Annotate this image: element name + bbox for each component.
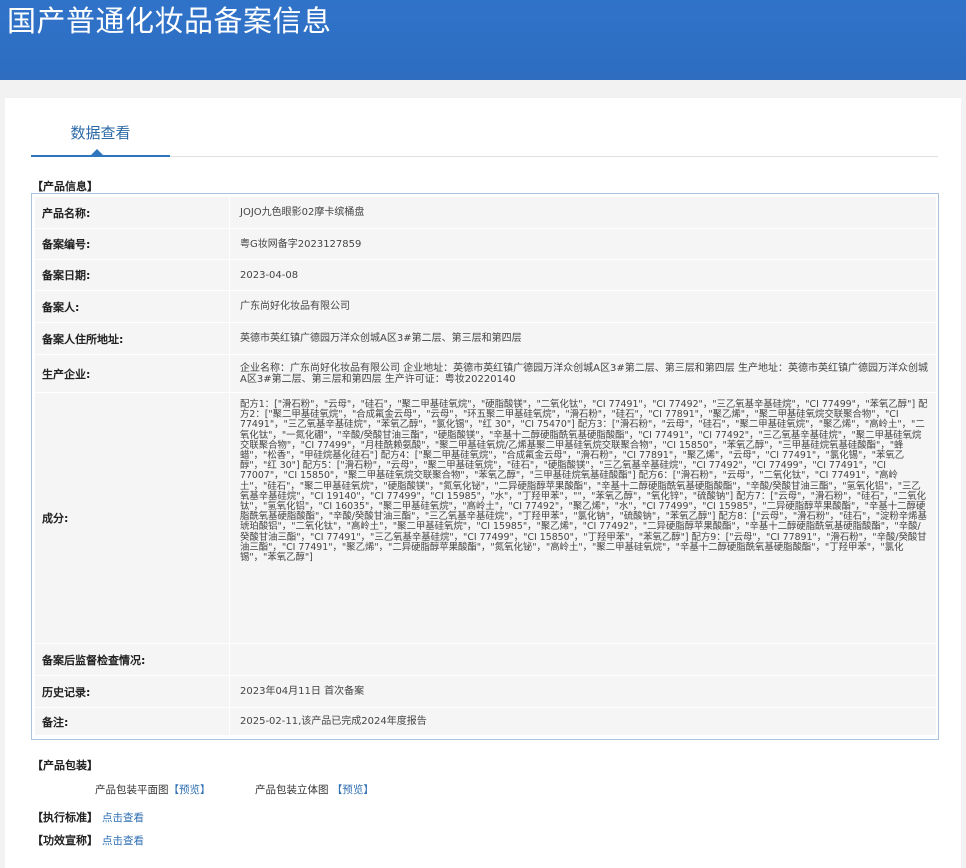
section-title-packaging: 【产品包装】 xyxy=(32,759,98,772)
registrant-address-value: 英德市英红镇广德园万洋众创城A区3#第二层、第三层和第四层 xyxy=(240,333,522,344)
remarks-value: 2025-02-11,该产品已完成2024年度报告 xyxy=(240,716,427,727)
table-row-product-name: 产品名称: JOJO九色眼影02摩卡缤桶盘 xyxy=(35,197,936,229)
packaging-solid-preview-link[interactable]: 【预览】 xyxy=(332,784,374,796)
history-value: 2023年04月11日 首次备案 xyxy=(240,686,365,697)
row-label: 备注: xyxy=(35,708,230,735)
manufacturer-text: 企业名称：广东尚好化妆品有限公司 企业地址：英德市英红镇广德园万洋众创城A区3#… xyxy=(240,362,928,385)
table-row-history: 历史记录: 2023年04月11日 首次备案 xyxy=(35,676,936,708)
table-row-registrant: 备案人: 广东尚好化妆品有限公司 xyxy=(35,291,936,323)
efficacy-link[interactable]: 点击查看 xyxy=(102,833,144,848)
packaging-flat-preview-link[interactable]: 【预览】 xyxy=(169,784,211,796)
table-row-manufacturer: 生产企业: 企业名称：广东尚好化妆品有限公司 企业地址：英德市英红镇广德园万洋众… xyxy=(35,355,936,393)
tab-divider xyxy=(170,156,938,157)
product-name-value: JOJO九色眼影02摩卡缤桶盘 xyxy=(240,207,365,218)
row-label: 备案编号: xyxy=(35,229,230,259)
row-label: 备案人住所地址: xyxy=(35,323,230,354)
table-row-record-date: 备案日期: 2023-04-08 xyxy=(35,260,936,291)
row-label: 产品名称: xyxy=(35,197,230,228)
record-date-value: 2023-04-08 xyxy=(240,269,299,281)
table-row-supervision: 备案后监督检查情况: xyxy=(35,644,936,676)
section-title-product-info: 【产品信息】 xyxy=(32,180,98,193)
exec-standard-link[interactable]: 点击查看 xyxy=(102,810,144,825)
row-label: 成分: xyxy=(35,393,230,643)
tab-underline xyxy=(31,155,170,157)
ingredients-text: 配方1：["滑石粉"，"云母"，"硅石"，"聚二甲基硅氧烷"，"硬脂酸镁"，"二… xyxy=(240,399,928,564)
section-title-exec-standard: 【执行标准】 xyxy=(32,811,98,824)
row-label: 生产企业: xyxy=(35,355,230,392)
table-row-remarks: 备注: 2025-02-11,该产品已完成2024年度报告 xyxy=(35,708,936,736)
page-title: 国产普通化妆品备案信息 xyxy=(7,4,332,38)
packaging-solid: 产品包装立体图 【预览】 xyxy=(255,782,374,797)
tab-caret-icon xyxy=(91,149,103,155)
row-label: 历史记录: xyxy=(35,676,230,707)
record-number-value: 粤G妆网备字2023127859 xyxy=(240,238,362,250)
row-label: 备案后监督检查情况: xyxy=(35,644,230,675)
row-label: 备案人: xyxy=(35,291,230,322)
registrant-value: 广东尚好化妆品有限公司 xyxy=(240,301,350,312)
product-info-table: 产品名称: JOJO九色眼影02摩卡缤桶盘 备案编号: 粤G妆网备字202312… xyxy=(31,193,939,740)
section-title-efficacy: 【功效宣称】 xyxy=(32,834,98,847)
packaging-solid-label: 产品包装立体图 xyxy=(255,784,329,796)
packaging-flat-label: 产品包装平面图 xyxy=(95,784,169,796)
table-row-registrant-address: 备案人住所地址: 英德市英红镇广德园万洋众创城A区3#第二层、第三层和第四层 xyxy=(35,323,936,355)
manufacturer-value: 企业名称：广东尚好化妆品有限公司 企业地址：英德市英红镇广德园万洋众创城A区3#… xyxy=(240,355,928,392)
supervision-value xyxy=(240,644,928,675)
table-row-record-number: 备案编号: 粤G妆网备字2023127859 xyxy=(35,229,936,260)
row-label: 备案日期: xyxy=(35,260,230,290)
table-row-ingredients: 成分: 配方1：["滑石粉"，"云母"，"硅石"，"聚二甲基硅氧烷"，"硬脂酸镁… xyxy=(35,393,936,644)
ingredients-value: 配方1：["滑石粉"，"云母"，"硅石"，"聚二甲基硅氧烷"，"硬脂酸镁"，"二… xyxy=(240,393,928,650)
packaging-flat: 产品包装平面图【预览】 xyxy=(95,782,211,797)
page-header: 国产普通化妆品备案信息 xyxy=(0,0,966,80)
